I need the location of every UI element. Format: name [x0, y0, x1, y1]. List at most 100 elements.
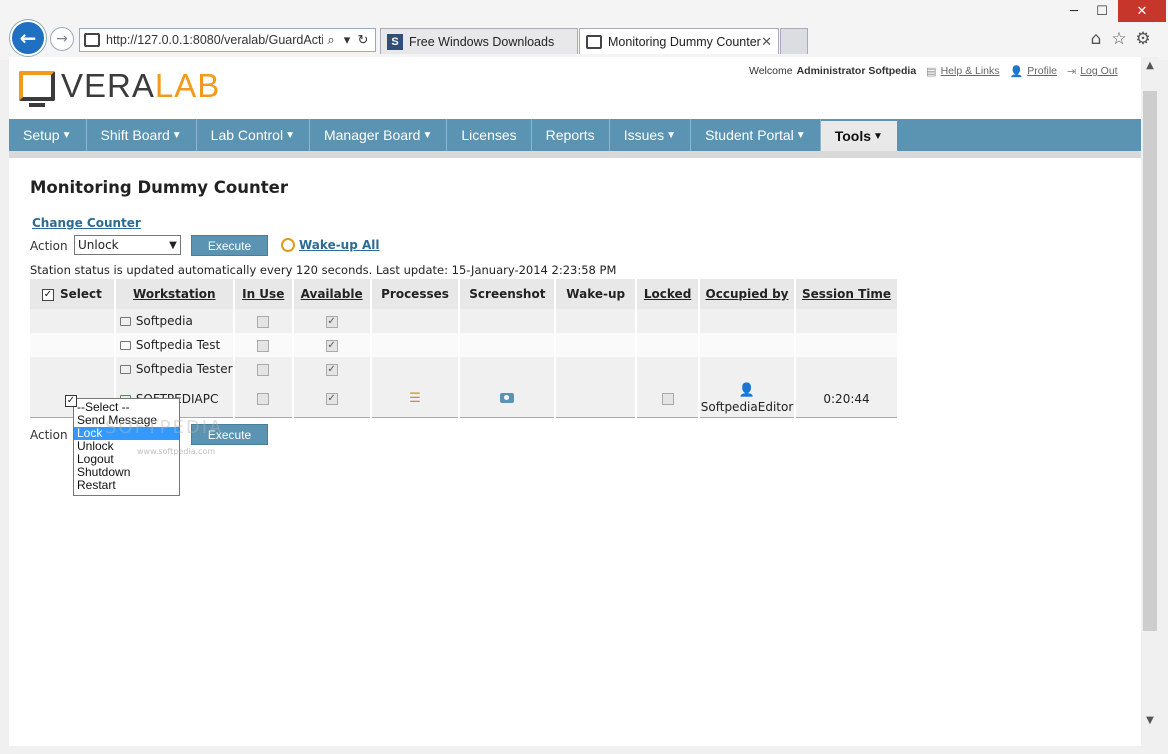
maximize-icon[interactable]: ☐: [1088, 0, 1116, 22]
nav-item-manager-board[interactable]: Manager Board ▼: [310, 119, 448, 151]
wake-up-all-link[interactable]: Wake-up All: [281, 238, 380, 252]
nav-item-licenses[interactable]: Licenses: [447, 119, 532, 151]
main-nav: Setup ▼ Shift Board ▼ Lab Control ▼ Manager…: [9, 119, 1141, 151]
scroll-thumb[interactable]: [1143, 91, 1157, 631]
processes-cell: ☰: [370, 381, 461, 418]
in-use-cell: [233, 357, 294, 381]
available-checkbox: [325, 315, 338, 328]
col-in-use[interactable]: In Use: [233, 279, 294, 309]
occupied-cell: 👤 SoftpediaEditor: [699, 381, 797, 418]
session-time-value: 0:20:44: [823, 391, 870, 406]
col-screenshot: Screenshot: [459, 279, 557, 309]
refresh-icon[interactable]: ↻: [355, 32, 371, 48]
new-tab-button[interactable]: [780, 28, 808, 54]
logo-text-vera: VERA: [61, 67, 155, 104]
session-time-cell: [795, 309, 899, 333]
session-time-cell: [795, 357, 899, 381]
address-bar[interactable]: http://127.0.0.1:8080/veralab/GuardActio…: [79, 28, 376, 52]
action-select[interactable]: Unlock ▼: [74, 235, 181, 255]
chevron-down-icon: ▼: [169, 239, 177, 251]
logout-icon: ⇥: [1067, 65, 1077, 78]
star-icon[interactable]: ☆: [1108, 28, 1130, 50]
gear-icon[interactable]: ⚙: [1132, 28, 1154, 50]
page-viewport: VERA LAB Welcome Administrator Softpedia…: [9, 57, 1141, 746]
workstation-name: Softpedia Tester: [135, 362, 233, 376]
available-checkbox: [325, 339, 338, 352]
monitor-logo-icon: [19, 71, 55, 107]
row-select-checkbox[interactable]: ✓: [65, 395, 77, 407]
available-cell: [292, 357, 372, 381]
process-list-icon[interactable]: ☰: [409, 391, 421, 406]
address-text[interactable]: http://127.0.0.1:8080/veralab/GuardActio: [106, 33, 323, 47]
tab-monitoring-dummy-counter[interactable]: Monitoring Dummy Counter ✕: [579, 28, 779, 54]
table-row: Softpedia: [30, 309, 899, 333]
select-cell: [30, 333, 116, 357]
tab-close-icon[interactable]: ✕: [761, 34, 772, 50]
page-title: Monitoring Dummy Counter: [30, 178, 288, 197]
scroll-up-icon[interactable]: ▲: [1141, 57, 1159, 75]
computer-icon: [119, 341, 131, 350]
camera-icon[interactable]: [500, 392, 515, 403]
nav-divider: [9, 151, 1141, 158]
softpedia-watermark: SOFTPEDIA: [105, 417, 224, 438]
locked-cell: [636, 333, 701, 357]
nav-item-shift-board[interactable]: Shift Board ▼: [87, 119, 197, 151]
softpedia-favicon-icon: S: [387, 33, 403, 50]
user-icon: 👤: [738, 383, 756, 399]
nav-item-lab-control[interactable]: Lab Control ▼: [197, 119, 310, 151]
nav-label: Shift Board: [100, 127, 170, 143]
nav-item-setup[interactable]: Setup ▼: [9, 119, 87, 151]
screenshot-cell: [459, 381, 557, 418]
select-cell: [30, 357, 116, 381]
table-row: Softpedia Tester: [30, 357, 899, 381]
vertical-scrollbar[interactable]: ▲ ▼: [1141, 57, 1159, 746]
occupied-cell: [699, 333, 797, 357]
col-select: Select: [30, 279, 116, 309]
forward-arrow-icon[interactable]: →: [50, 27, 74, 51]
chevron-down-icon[interactable]: ▾: [339, 32, 355, 48]
computer-icon: [119, 317, 131, 326]
profile-link[interactable]: Profile: [1027, 65, 1057, 77]
select-all-checkbox[interactable]: [41, 288, 54, 301]
nav-item-tools[interactable]: Tools ▼: [820, 121, 897, 151]
col-available[interactable]: Available: [292, 279, 372, 309]
in-use-checkbox: [257, 393, 270, 406]
computer-icon: [119, 365, 131, 374]
veralab-logo[interactable]: VERA LAB: [19, 65, 220, 107]
locked-cell: [636, 381, 701, 418]
nav-label: Issues: [623, 127, 665, 143]
change-counter-link[interactable]: Change Counter: [32, 216, 141, 230]
scroll-down-icon[interactable]: ▼: [1141, 712, 1159, 730]
dropdown-option[interactable]: Restart: [74, 479, 179, 492]
col-workstation[interactable]: Workstation: [114, 279, 235, 309]
logout-link[interactable]: Log Out: [1080, 65, 1117, 77]
back-arrow-icon[interactable]: ←: [10, 20, 46, 56]
wakeup-cell: [555, 309, 638, 333]
softpedia-watermark-url: www.softpedia.com: [137, 447, 216, 456]
nav-item-issues[interactable]: Issues ▼: [610, 119, 692, 151]
user-icon: 👤: [1009, 65, 1024, 78]
home-icon[interactable]: ⌂: [1085, 28, 1107, 50]
nav-label: Student Portal: [705, 127, 794, 143]
screenshot-cell: [459, 333, 557, 357]
wakeup-cell: [555, 333, 638, 357]
processes-cell: [370, 309, 461, 333]
tab-free-windows-downloads[interactable]: S Free Windows Downloads: [380, 28, 578, 54]
col-session-time[interactable]: Session Time: [795, 279, 899, 309]
col-locked[interactable]: Locked: [636, 279, 701, 309]
execute-button[interactable]: Execute: [191, 235, 268, 256]
caret-down-icon: ▼: [422, 129, 433, 141]
close-icon[interactable]: ✕: [1118, 0, 1166, 22]
help-links-link[interactable]: Help & Links: [941, 65, 1000, 77]
search-icon[interactable]: ⌕: [323, 32, 339, 48]
nav-item-reports[interactable]: Reports: [532, 119, 610, 151]
wakeup-cell: [555, 381, 638, 418]
nav-item-student-portal[interactable]: Student Portal ▼: [691, 119, 821, 151]
caret-down-icon: ▼: [171, 129, 182, 141]
nav-label: Manager Board: [323, 127, 421, 143]
col-occupied-by[interactable]: Occupied by: [699, 279, 797, 309]
tab-label: Monitoring Dummy Counter: [608, 34, 761, 49]
locked-cell: [636, 309, 701, 333]
minimize-icon[interactable]: ─: [1060, 0, 1088, 22]
session-time-cell: 0:20:44: [795, 381, 899, 418]
